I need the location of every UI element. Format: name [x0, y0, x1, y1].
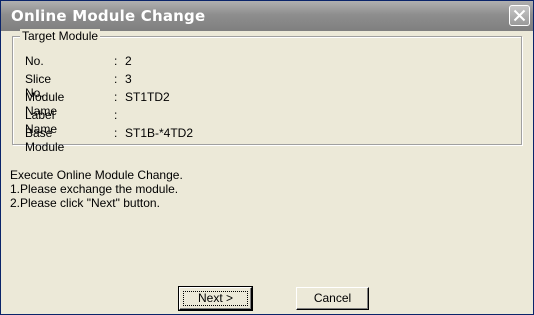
- target-module-group-label: Target Module: [20, 29, 101, 43]
- close-icon: [513, 9, 526, 22]
- dialog-window: Online Module Change Target Module No. :…: [0, 0, 534, 315]
- title-bar[interactable]: Online Module Change: [1, 1, 533, 31]
- window-title: Online Module Change: [11, 7, 206, 25]
- field-colon: :: [114, 54, 118, 68]
- field-colon: :: [114, 126, 118, 140]
- target-module-group: [12, 36, 522, 145]
- next-button[interactable]: Next >: [178, 286, 253, 311]
- field-value-module-name: ST1TD2: [125, 90, 170, 104]
- field-value-base-module: ST1B-*4TD2: [125, 126, 194, 140]
- field-colon: :: [114, 108, 118, 122]
- close-button[interactable]: [509, 5, 530, 26]
- focus-rectangle: [183, 291, 248, 306]
- field-label-no: No.: [25, 54, 44, 68]
- instruction-line: Execute Online Module Change.: [10, 168, 183, 182]
- instruction-line: 2.Please click "Next" button.: [10, 196, 160, 210]
- field-value-no: 2: [125, 54, 132, 68]
- field-value-slice-no: 3: [125, 72, 132, 86]
- cancel-button-label: Cancel: [313, 291, 352, 305]
- field-colon: :: [114, 90, 118, 104]
- field-colon: :: [114, 72, 118, 86]
- field-label-base-module: Base Module: [25, 126, 65, 154]
- instruction-line: 1.Please exchange the module.: [10, 182, 179, 196]
- cancel-button[interactable]: Cancel: [296, 287, 369, 310]
- dialog-body: Target Module No. : 2 Slice No. : 3 Modu…: [4, 29, 530, 312]
